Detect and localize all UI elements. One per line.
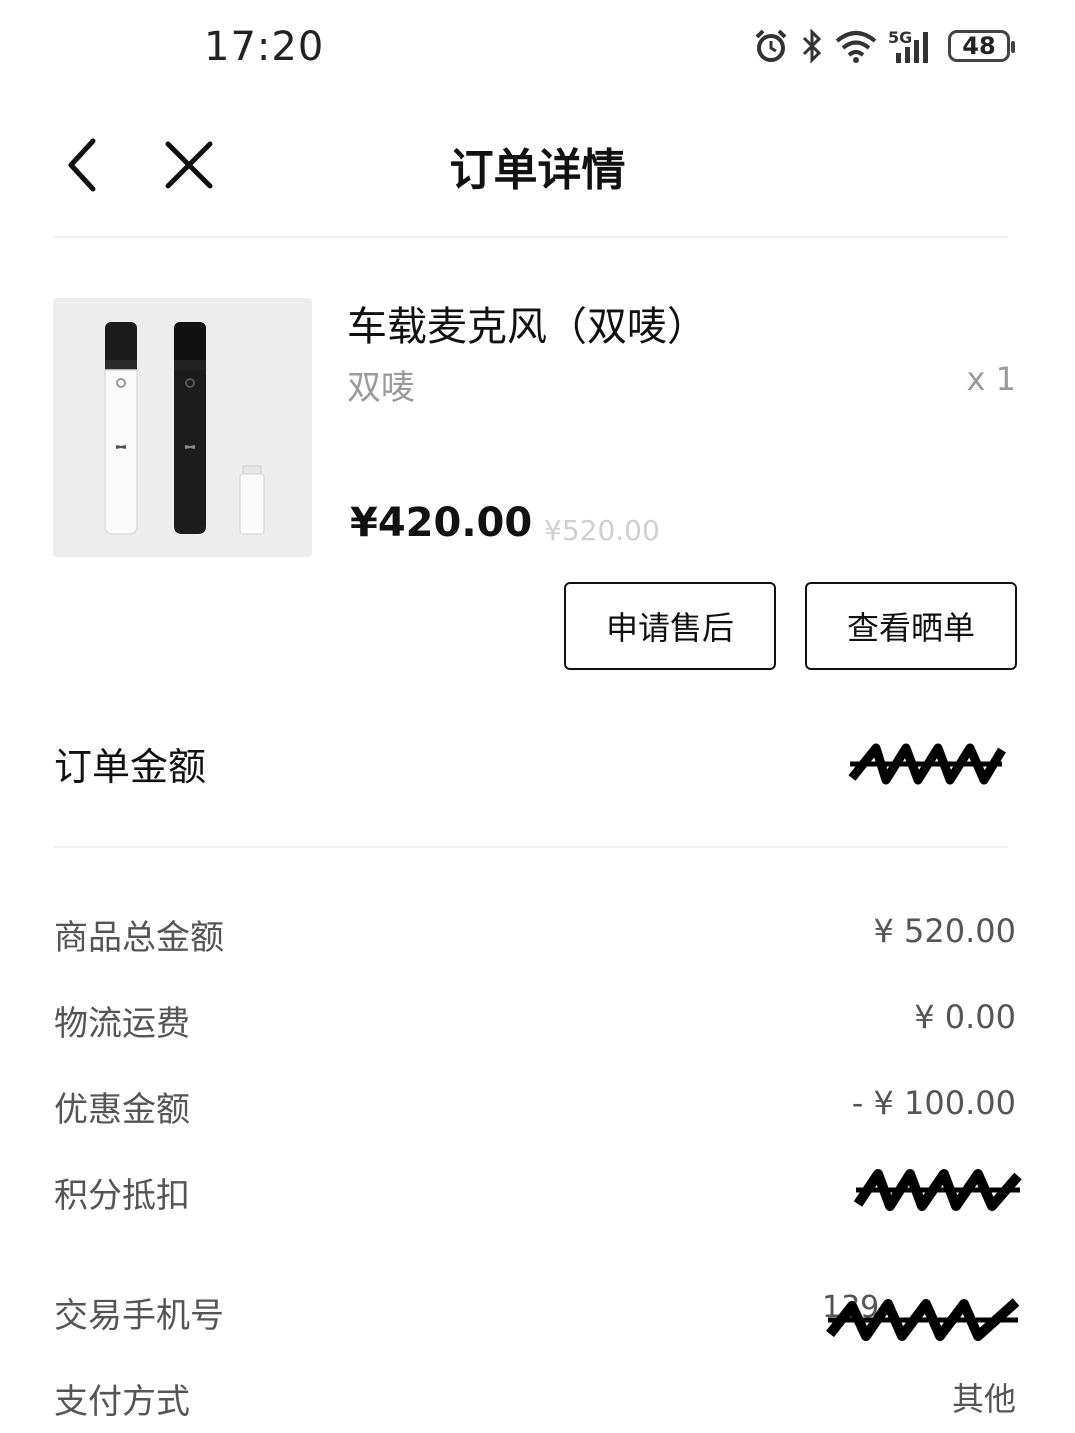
battery-icon: 48	[948, 30, 1015, 62]
detail-value-goods-total: ¥ 520.00	[873, 912, 1017, 950]
product-variant: 双唛	[347, 368, 415, 408]
detail-label-phone: 交易手机号	[54, 1296, 224, 1336]
detail-label-discount: 优惠金额	[54, 1090, 190, 1130]
detail-label-goods-total: 商品总金额	[54, 918, 224, 958]
product-original-price: ¥520.00	[544, 514, 660, 547]
view-review-button[interactable]: 查看晒单	[805, 582, 1017, 670]
detail-value-shipping: ¥ 0.00	[914, 998, 1016, 1036]
product-price: ¥420.00	[350, 500, 533, 546]
bluetooth-icon	[802, 28, 822, 64]
order-amount-label: 订单金额	[54, 745, 207, 789]
battery-level: 48	[962, 32, 996, 60]
detail-label-shipping: 物流运费	[54, 1004, 190, 1044]
amount-divider	[54, 846, 1008, 848]
redacted-scribble	[853, 1169, 1022, 1211]
status-time: 17:20	[204, 24, 325, 70]
product-quantity: x 1	[966, 360, 1016, 398]
apply-after-sale-button[interactable]: 申请售后	[564, 582, 776, 670]
product-name[interactable]: 车载麦克风（双唛）	[347, 294, 707, 352]
redacted-scribble	[848, 743, 1006, 785]
microphone-product-icon	[104, 322, 265, 535]
detail-value-discount: - ¥ 100.00	[851, 1084, 1016, 1122]
signal-icon: 5G	[888, 28, 928, 63]
status-icons: 5G 48	[752, 24, 1015, 68]
header-divider	[54, 236, 1008, 238]
page-title: 订单详情	[449, 145, 626, 196]
detail-label-points: 积分抵扣	[54, 1176, 190, 1216]
detail-label-payment: 支付方式	[54, 1382, 190, 1422]
product-image[interactable]	[53, 298, 312, 557]
network-type: 5G	[888, 28, 912, 47]
detail-value-payment: 其他	[951, 1380, 1016, 1418]
wifi-icon	[835, 31, 877, 63]
alarm-icon	[755, 29, 787, 62]
redacted-scribble	[826, 1298, 1020, 1341]
